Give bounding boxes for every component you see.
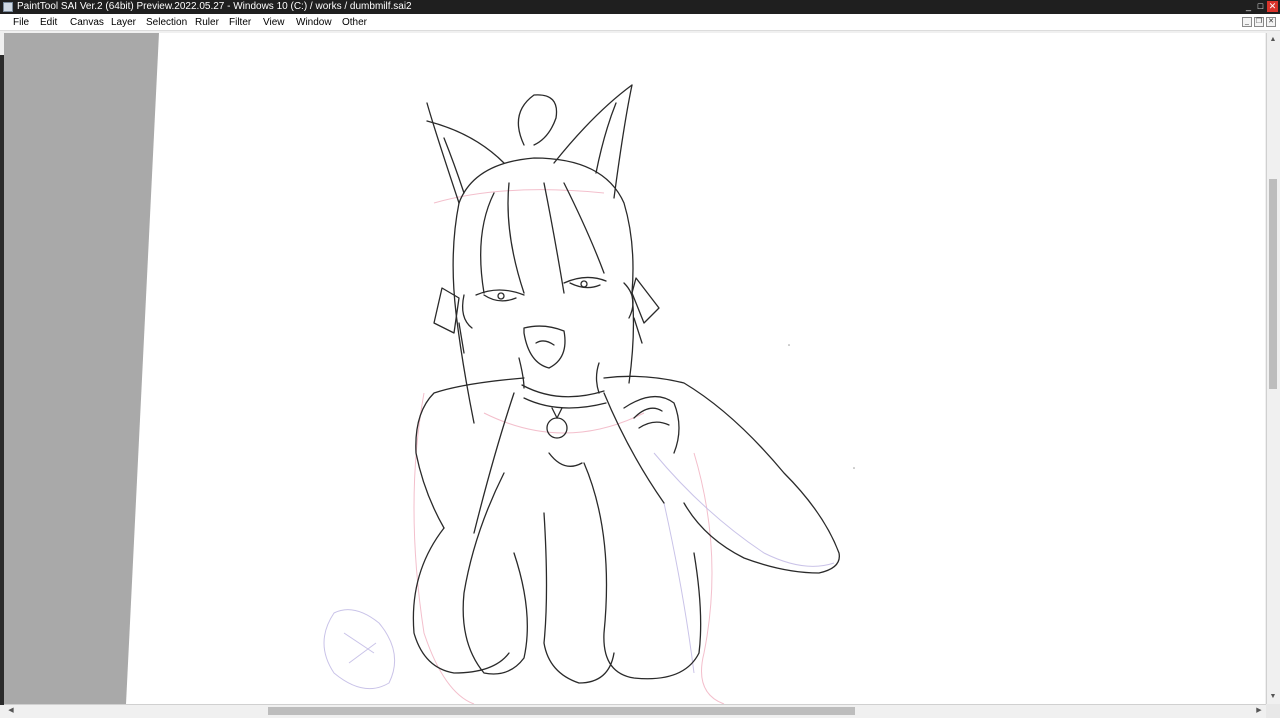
scroll-up-arrow[interactable]: ▲ <box>1268 35 1278 45</box>
menu-edit[interactable]: Edit <box>40 14 57 31</box>
menu-selection[interactable]: Selection <box>146 14 187 31</box>
scroll-right-arrow[interactable]: ▶ <box>1254 706 1264 716</box>
menu-view[interactable]: View <box>263 14 285 31</box>
scroll-left-arrow[interactable]: ◀ <box>6 706 16 716</box>
canvas-minimize-button[interactable]: _ <box>1242 17 1252 27</box>
menu-ruler[interactable]: Ruler <box>195 14 219 31</box>
canvas-restore-button[interactable]: ❐ <box>1254 17 1264 27</box>
scrollbar-corner <box>1266 704 1280 718</box>
menu-canvas[interactable]: Canvas <box>70 14 104 31</box>
title-bar: PaintTool SAI Ver.2 (64bit) Preview.2022… <box>0 0 1280 14</box>
sketch-construction-pink <box>413 189 725 704</box>
minimize-button[interactable]: _ <box>1243 1 1254 12</box>
window-title: PaintTool SAI Ver.2 (64bit) Preview.2022… <box>17 1 412 12</box>
canvas-area[interactable] <box>4 33 1265 704</box>
scroll-down-arrow[interactable]: ▼ <box>1268 692 1278 702</box>
maximize-button[interactable]: □ <box>1255 1 1266 12</box>
app-icon[interactable] <box>3 2 13 12</box>
menu-bar: File Edit Canvas Layer Selection Ruler F… <box>0 14 1280 31</box>
canvas-close-button[interactable]: ✕ <box>1266 17 1276 27</box>
sketch-construction-lavender <box>323 452 835 690</box>
canvas-artwork[interactable] <box>4 33 1265 704</box>
vertical-scroll-thumb[interactable] <box>1269 179 1277 389</box>
sketch-lineart <box>412 84 840 684</box>
menu-window[interactable]: Window <box>296 14 332 31</box>
menu-filter[interactable]: Filter <box>229 14 251 31</box>
menu-other[interactable]: Other <box>342 14 367 31</box>
vertical-scrollbar[interactable]: ▲ ▼ <box>1266 33 1278 704</box>
close-button[interactable]: ✕ <box>1267 1 1278 12</box>
horizontal-scroll-thumb[interactable] <box>268 707 855 715</box>
menu-file[interactable]: File <box>13 14 29 31</box>
canvas-offscreen-region <box>4 33 159 704</box>
menu-layer[interactable]: Layer <box>111 14 136 31</box>
horizontal-scrollbar[interactable]: ◀ ▶ <box>4 704 1266 716</box>
